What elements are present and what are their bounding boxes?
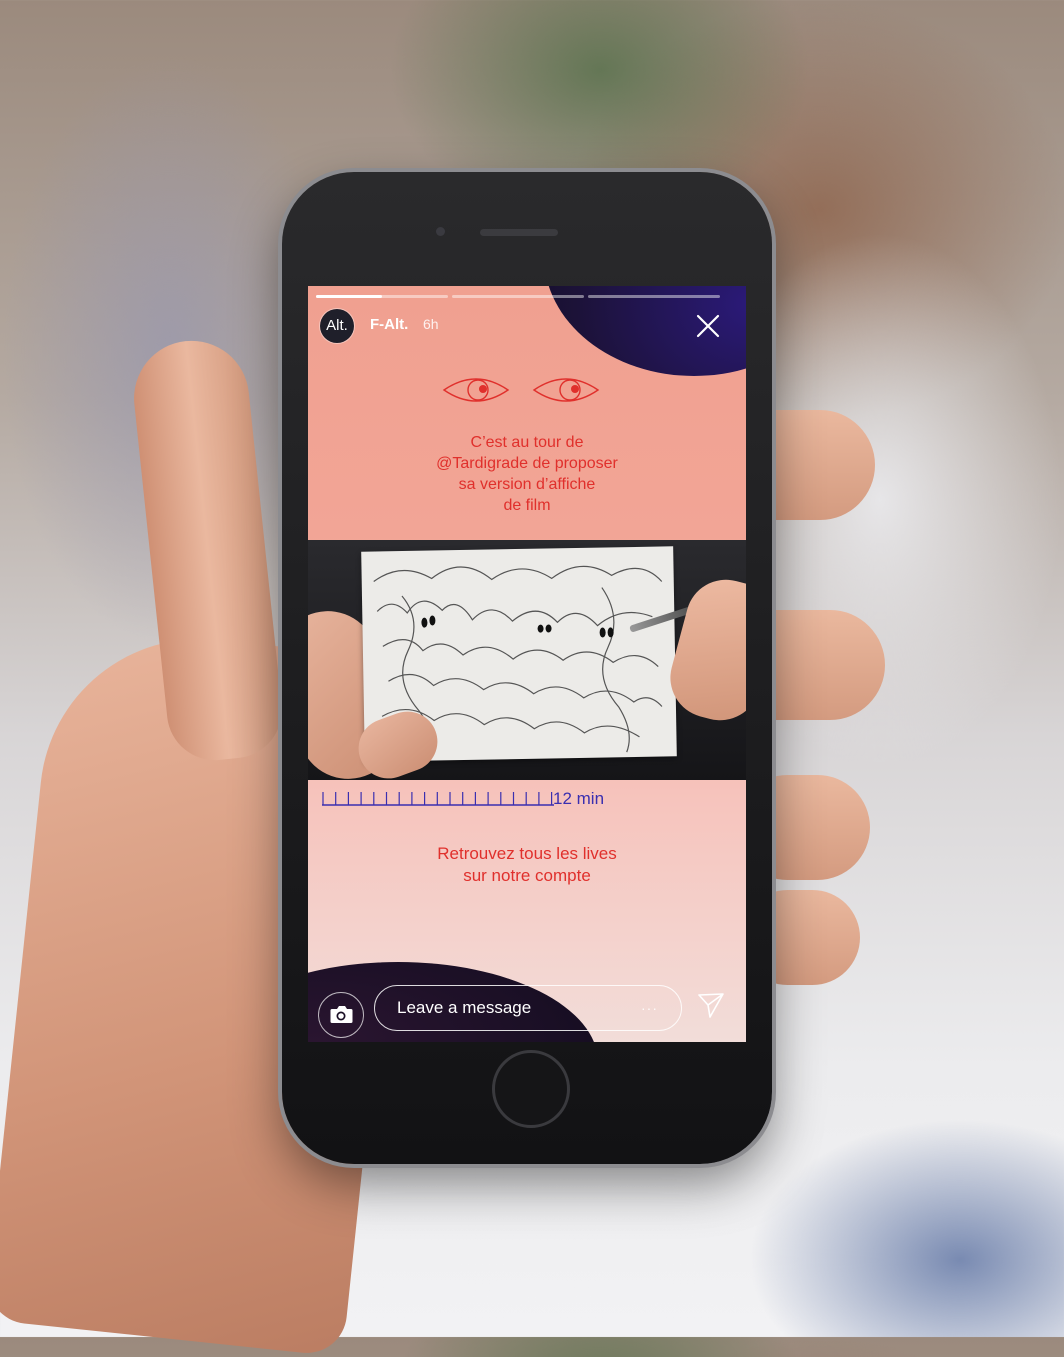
story-progress-segment — [588, 295, 720, 298]
story-progress-segment — [452, 295, 584, 298]
drawing-photo — [308, 540, 746, 780]
message-input[interactable]: Leave a message ··· — [374, 985, 682, 1031]
duration-ruler — [322, 792, 554, 806]
post-time: 6h — [423, 316, 439, 332]
send-icon[interactable] — [696, 990, 726, 1020]
story-progress-segment — [316, 295, 448, 298]
intro-line[interactable]: @Tardigrade de proposer — [348, 453, 706, 474]
eyes-icon — [442, 378, 600, 402]
intro-text: C’est au tour de @Tardigrade de proposer… — [348, 432, 706, 516]
story-screen[interactable]: Alt. F-Alt. 6h C’est au tour de @Tardigr… — [308, 286, 746, 1042]
camera-icon — [330, 1006, 353, 1023]
earpiece — [480, 229, 558, 236]
scene-background: Alt. F-Alt. 6h C’est au tour de @Tardigr… — [0, 0, 1064, 1357]
intro-line: de film — [503, 497, 551, 514]
outro-text: Retrouvez tous les lives sur notre compt… — [348, 843, 706, 887]
username[interactable]: F-Alt. — [370, 316, 408, 333]
intro-line: C’est au tour de — [470, 434, 584, 451]
close-icon[interactable] — [694, 312, 722, 340]
front-camera — [436, 227, 445, 236]
camera-button[interactable] — [318, 992, 364, 1038]
outro-line: Retrouvez tous les lives — [437, 844, 617, 863]
outro-line: sur notre compte — [463, 866, 591, 885]
intro-line: sa version d’affiche — [458, 476, 596, 493]
more-dots-icon[interactable]: ··· — [641, 1000, 658, 1016]
duration-label: 12 min — [553, 789, 605, 808]
avatar[interactable]: Alt. — [320, 309, 354, 343]
home-button[interactable] — [492, 1050, 570, 1128]
message-placeholder: Leave a message — [397, 998, 532, 1017]
